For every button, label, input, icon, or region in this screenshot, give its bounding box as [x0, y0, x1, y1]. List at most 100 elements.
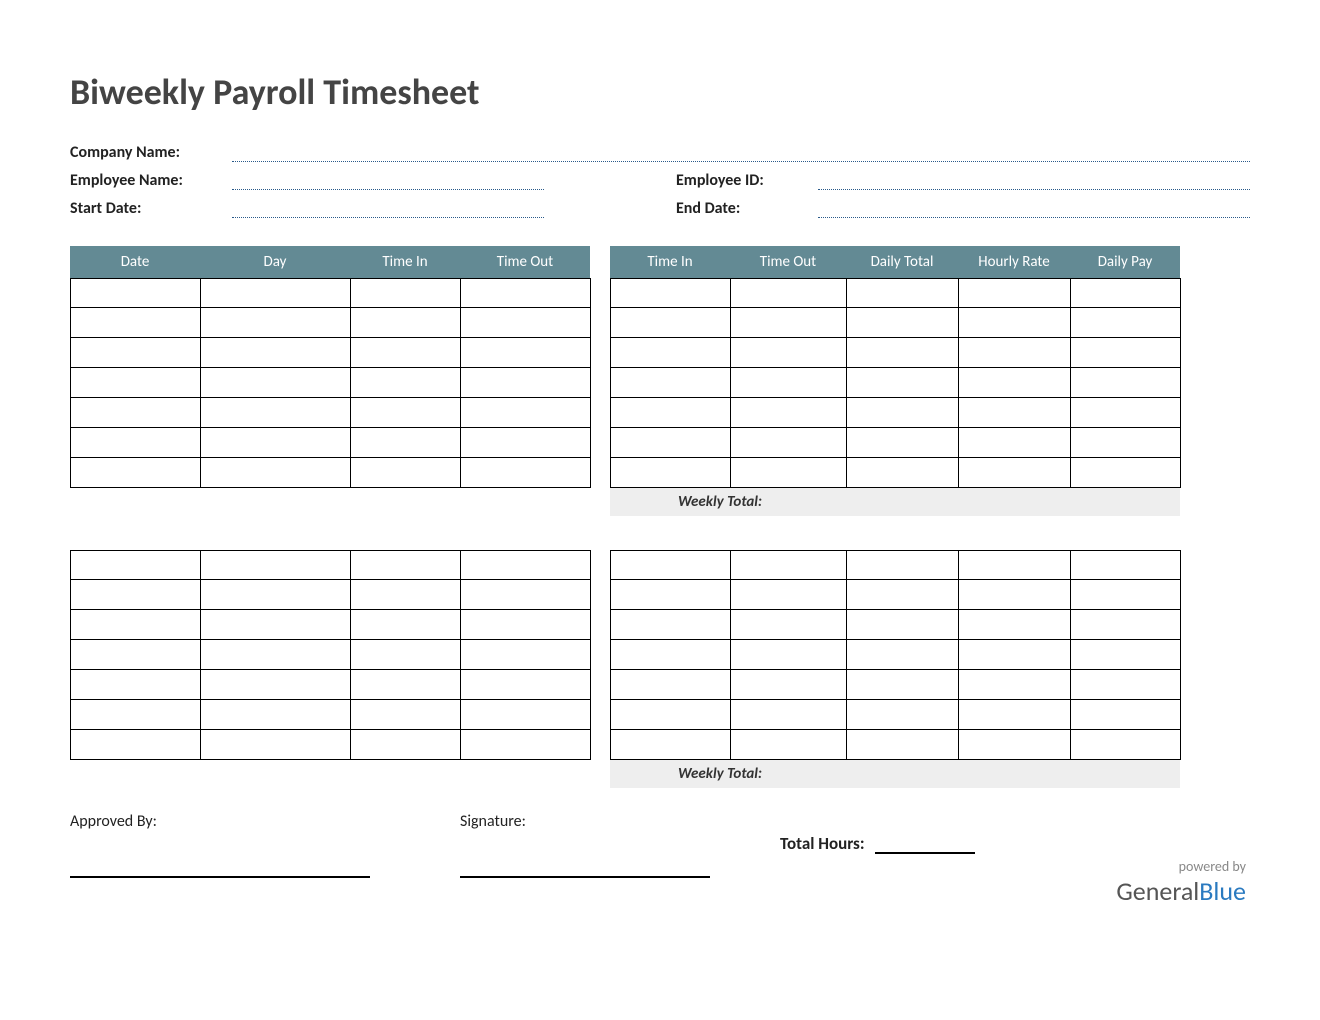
cell[interactable] — [1071, 580, 1181, 610]
cell[interactable] — [71, 428, 201, 458]
cell[interactable] — [611, 640, 731, 670]
cell[interactable] — [959, 458, 1071, 488]
cell[interactable] — [71, 640, 201, 670]
cell[interactable] — [1071, 640, 1181, 670]
cell[interactable] — [71, 670, 201, 700]
cell[interactable] — [1071, 550, 1181, 580]
cell[interactable] — [71, 308, 201, 338]
cell[interactable] — [847, 640, 959, 670]
cell[interactable] — [611, 580, 731, 610]
cell[interactable] — [351, 428, 461, 458]
cell[interactable] — [611, 368, 731, 398]
cell[interactable] — [959, 398, 1071, 428]
cell[interactable] — [1071, 398, 1181, 428]
cell[interactable] — [731, 368, 847, 398]
cell[interactable] — [461, 640, 591, 670]
cell[interactable] — [847, 700, 959, 730]
cell[interactable] — [959, 368, 1071, 398]
end-date-input[interactable] — [818, 198, 1250, 218]
cell[interactable] — [959, 308, 1071, 338]
cell[interactable] — [611, 338, 731, 368]
cell[interactable] — [461, 308, 591, 338]
cell[interactable] — [731, 700, 847, 730]
cell[interactable] — [847, 550, 959, 580]
cell[interactable] — [71, 398, 201, 428]
cell[interactable] — [959, 428, 1071, 458]
employee-id-input[interactable] — [818, 170, 1250, 190]
cell[interactable] — [351, 700, 461, 730]
cell[interactable] — [611, 398, 731, 428]
cell[interactable] — [71, 338, 201, 368]
cell[interactable] — [461, 368, 591, 398]
cell[interactable] — [1071, 700, 1181, 730]
signature-input[interactable] — [460, 848, 710, 878]
cell[interactable] — [1071, 428, 1181, 458]
cell[interactable] — [731, 550, 847, 580]
cell[interactable] — [351, 308, 461, 338]
cell[interactable] — [351, 458, 461, 488]
cell[interactable] — [847, 610, 959, 640]
cell[interactable] — [201, 398, 351, 428]
cell[interactable] — [461, 428, 591, 458]
cell[interactable] — [731, 278, 847, 308]
cell[interactable] — [201, 670, 351, 700]
cell[interactable] — [731, 670, 847, 700]
cell[interactable] — [461, 398, 591, 428]
cell[interactable] — [71, 730, 201, 760]
cell[interactable] — [847, 730, 959, 760]
total-hours-input[interactable] — [875, 832, 975, 854]
cell[interactable] — [847, 278, 959, 308]
cell[interactable] — [847, 670, 959, 700]
cell[interactable] — [611, 458, 731, 488]
cell[interactable] — [611, 550, 731, 580]
cell[interactable] — [959, 730, 1071, 760]
cell[interactable] — [351, 338, 461, 368]
cell[interactable] — [461, 670, 591, 700]
cell[interactable] — [611, 278, 731, 308]
cell[interactable] — [351, 610, 461, 640]
cell[interactable] — [201, 338, 351, 368]
cell[interactable] — [1071, 278, 1181, 308]
cell[interactable] — [71, 550, 201, 580]
employee-name-input[interactable] — [232, 170, 544, 190]
cell[interactable] — [611, 308, 731, 338]
cell[interactable] — [1071, 670, 1181, 700]
cell[interactable] — [461, 610, 591, 640]
cell[interactable] — [1071, 338, 1181, 368]
cell[interactable] — [71, 368, 201, 398]
cell[interactable] — [611, 428, 731, 458]
cell[interactable] — [1071, 730, 1181, 760]
cell[interactable] — [461, 278, 591, 308]
cell[interactable] — [959, 670, 1071, 700]
cell[interactable] — [847, 458, 959, 488]
cell[interactable] — [201, 368, 351, 398]
cell[interactable] — [201, 610, 351, 640]
cell[interactable] — [731, 428, 847, 458]
cell[interactable] — [351, 580, 461, 610]
cell[interactable] — [959, 700, 1071, 730]
cell[interactable] — [351, 398, 461, 428]
cell[interactable] — [731, 640, 847, 670]
cell[interactable] — [201, 700, 351, 730]
cell[interactable] — [847, 368, 959, 398]
cell[interactable] — [201, 278, 351, 308]
cell[interactable] — [201, 640, 351, 670]
cell[interactable] — [71, 700, 201, 730]
cell[interactable] — [731, 730, 847, 760]
cell[interactable] — [71, 278, 201, 308]
cell[interactable] — [847, 398, 959, 428]
approved-by-input[interactable] — [70, 848, 370, 878]
cell[interactable] — [611, 700, 731, 730]
cell[interactable] — [731, 308, 847, 338]
cell[interactable] — [71, 610, 201, 640]
cell[interactable] — [731, 580, 847, 610]
cell[interactable] — [351, 278, 461, 308]
cell[interactable] — [959, 640, 1071, 670]
cell[interactable] — [351, 730, 461, 760]
company-name-input[interactable] — [232, 142, 1250, 162]
cell[interactable] — [1071, 458, 1181, 488]
cell[interactable] — [847, 428, 959, 458]
cell[interactable] — [201, 458, 351, 488]
cell[interactable] — [1071, 368, 1181, 398]
cell[interactable] — [461, 338, 591, 368]
